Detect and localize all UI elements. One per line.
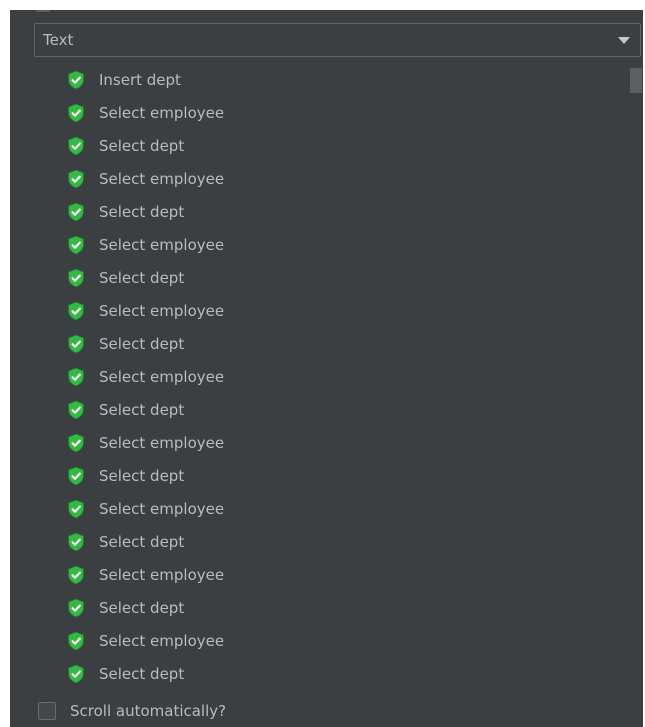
- shield-check-icon: [68, 532, 84, 551]
- list-item-label: Select dept: [99, 466, 185, 485]
- sampler-result-list: Insert dept Select employee Select dept …: [10, 63, 628, 693]
- shield-check-icon: [68, 466, 84, 485]
- results-panel: Text Insert dept Select employee Select …: [10, 10, 643, 727]
- shield-check-icon: [68, 103, 84, 122]
- list-item[interactable]: Insert dept: [10, 63, 628, 96]
- list-item[interactable]: Select employee: [10, 360, 628, 393]
- list-item-label: Select dept: [99, 598, 185, 617]
- shield-check-icon: [68, 169, 84, 188]
- list-item-label: Select dept: [99, 334, 185, 353]
- shield-check-icon: [68, 202, 84, 221]
- scroll-automatically-label: Scroll automatically?: [70, 702, 227, 720]
- list-item[interactable]: Select dept: [10, 591, 628, 624]
- list-item-label: Select employee: [99, 367, 225, 386]
- view-mode-dropdown[interactable]: Text: [34, 23, 641, 57]
- list-item-label: Select dept: [99, 664, 185, 683]
- list-item-label: Select dept: [99, 400, 185, 419]
- list-item[interactable]: Select dept: [10, 657, 628, 690]
- list-scrollbar[interactable]: [630, 68, 642, 698]
- header-edge: [36, 10, 50, 12]
- list-item[interactable]: Select dept: [10, 261, 628, 294]
- list-item-label: Select dept: [99, 268, 185, 287]
- list-item-label: Select employee: [99, 433, 225, 452]
- shield-check-icon: [68, 268, 84, 287]
- shield-check-icon: [68, 70, 84, 89]
- list-item[interactable]: Select employee: [10, 492, 628, 525]
- list-item[interactable]: Select employee: [10, 624, 628, 657]
- shield-check-icon: [68, 400, 84, 419]
- list-item[interactable]: Select employee: [10, 558, 628, 591]
- chevron-down-icon: [618, 37, 630, 44]
- list-item-label: Select dept: [99, 136, 185, 155]
- list-item-label: Select employee: [99, 169, 225, 188]
- shield-check-icon: [68, 664, 84, 683]
- list-item-label: Select employee: [99, 499, 225, 518]
- shield-check-icon: [68, 499, 84, 518]
- shield-check-icon: [68, 235, 84, 254]
- list-item-label: Select employee: [99, 301, 225, 320]
- list-item-label: Select employee: [99, 565, 225, 584]
- scroll-automatically-option[interactable]: Scroll automatically?: [38, 698, 226, 724]
- list-item[interactable]: Select employee: [10, 426, 628, 459]
- list-item[interactable]: Select dept: [10, 393, 628, 426]
- list-item-label: Select employee: [99, 103, 225, 122]
- list-item[interactable]: Select employee: [10, 294, 628, 327]
- shield-check-icon: [68, 565, 84, 584]
- list-item-label: Select employee: [99, 631, 225, 650]
- view-mode-value: Text: [43, 31, 74, 49]
- shield-check-icon: [68, 367, 84, 386]
- list-item[interactable]: Select dept: [10, 129, 628, 162]
- list-item[interactable]: Select employee: [10, 162, 628, 195]
- shield-check-icon: [68, 631, 84, 650]
- list-item[interactable]: Select dept: [10, 525, 628, 558]
- list-item[interactable]: Select dept: [10, 327, 628, 360]
- scrollbar-thumb[interactable]: [630, 68, 642, 93]
- shield-check-icon: [68, 433, 84, 452]
- list-item-label: Select employee: [99, 235, 225, 254]
- list-item[interactable]: Select dept: [10, 195, 628, 228]
- shield-check-icon: [68, 301, 84, 320]
- list-item[interactable]: Select employee: [10, 228, 628, 261]
- list-item[interactable]: Select dept: [10, 459, 628, 492]
- scroll-automatically-checkbox[interactable]: [38, 702, 56, 720]
- list-item-label: Select dept: [99, 202, 185, 221]
- shield-check-icon: [68, 334, 84, 353]
- list-item[interactable]: Select employee: [10, 96, 628, 129]
- shield-check-icon: [68, 598, 84, 617]
- list-item-label: Insert dept: [99, 70, 181, 89]
- shield-check-icon: [68, 136, 84, 155]
- list-item-label: Select dept: [99, 532, 185, 551]
